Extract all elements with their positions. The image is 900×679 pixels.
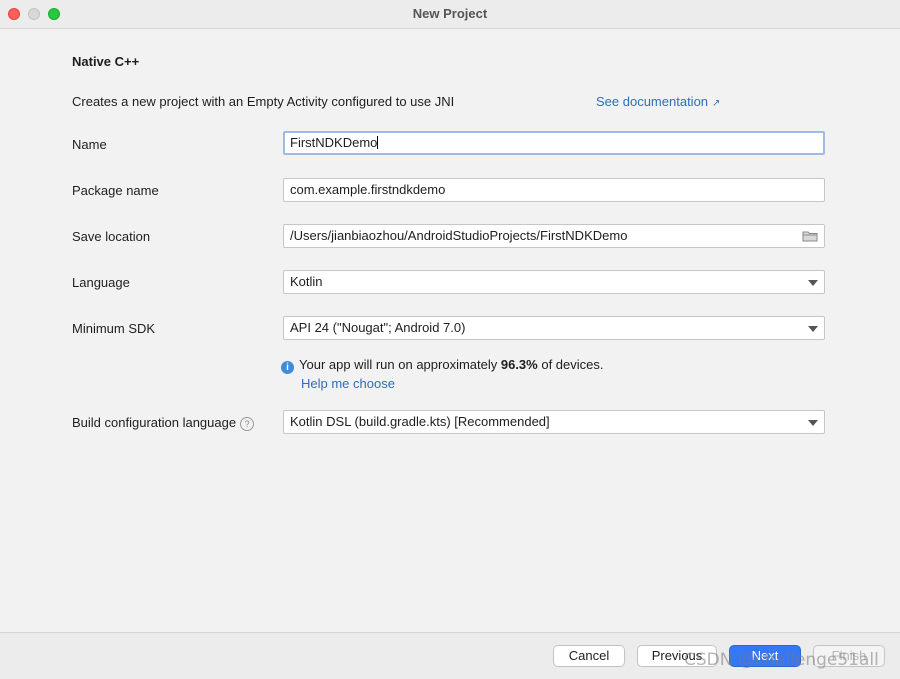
external-link-icon: ↗ <box>712 98 721 109</box>
name-input-value: FirstNDKDemo <box>290 135 378 150</box>
title-bar: New Project <box>0 0 900 29</box>
cancel-button[interactable]: Cancel <box>553 645 625 667</box>
chevron-down-icon <box>808 420 818 426</box>
package-name-value: com.example.firstndkdemo <box>290 182 446 197</box>
build-config-language-label: Build configuration language? <box>72 415 255 431</box>
folder-icon[interactable] <box>802 230 818 242</box>
see-documentation-link[interactable]: See documentation ↗ <box>596 94 720 109</box>
sdk-coverage-suffix: of devices. <box>537 357 604 372</box>
help-me-choose-link[interactable]: Help me choose <box>301 376 395 391</box>
help-icon[interactable]: ? <box>240 417 255 431</box>
save-location-label: Save location <box>72 229 151 244</box>
text-caret <box>377 136 379 149</box>
project-form-panel: Native C++ Creates a new project with an… <box>0 29 900 632</box>
window-title: New Project <box>412 6 488 21</box>
language-select[interactable]: Kotlin <box>283 270 825 294</box>
package-name-input[interactable]: com.example.firstndkdemo <box>283 178 825 202</box>
see-documentation-label: See documentation <box>596 94 709 109</box>
dialog-footer: Cancel Previous Next Finish CSDN @challe… <box>0 632 900 679</box>
language-selected-value: Kotlin <box>290 274 323 289</box>
minimum-sdk-select[interactable]: API 24 ("Nougat"; Android 7.0) <box>283 316 825 340</box>
sdk-coverage-info: i Your app will run on approximately 96.3… <box>281 357 604 374</box>
template-heading: Native C++ <box>72 54 140 69</box>
name-label: Name <box>72 137 107 152</box>
minimum-sdk-label: Minimum SDK <box>72 321 156 336</box>
build-config-language-selected-value: Kotlin DSL (build.gradle.kts) [Recommend… <box>290 414 550 429</box>
chevron-down-icon <box>808 280 818 286</box>
sdk-coverage-prefix: Your app will run on approximately <box>299 357 501 372</box>
watermark: CSDN @challenge51all <box>684 650 879 670</box>
sdk-coverage-percent: 96.3% <box>500 357 538 372</box>
chevron-down-icon <box>808 326 818 332</box>
info-icon: i <box>281 361 294 374</box>
name-input[interactable]: FirstNDKDemo <box>283 131 825 155</box>
build-config-language-text: Build configuration language <box>72 415 237 430</box>
new-project-window: New Project Native C++ Creates a new pro… <box>0 0 900 679</box>
package-name-label: Package name <box>72 183 159 198</box>
language-label: Language <box>72 275 130 290</box>
template-description: Creates a new project with an Empty Acti… <box>72 94 455 109</box>
save-location-input[interactable]: /Users/jianbiaozhou/AndroidStudioProject… <box>283 224 825 248</box>
build-config-language-select[interactable]: Kotlin DSL (build.gradle.kts) [Recommend… <box>283 410 825 434</box>
save-location-value: /Users/jianbiaozhou/AndroidStudioProject… <box>290 228 628 243</box>
minimum-sdk-selected-value: API 24 ("Nougat"; Android 7.0) <box>290 320 466 335</box>
